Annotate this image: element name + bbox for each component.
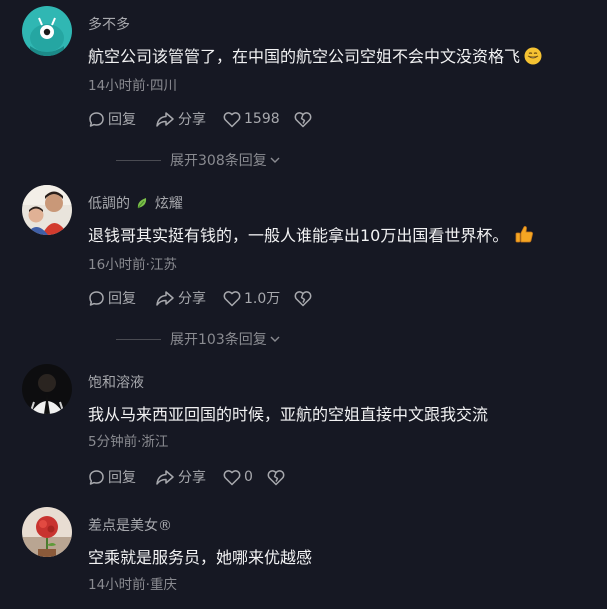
username[interactable]: 饱和溶液: [88, 372, 144, 392]
monster-avatar-icon: [22, 6, 72, 56]
reply-label: 回复: [108, 112, 136, 128]
username[interactable]: 差点是美女®: [88, 515, 172, 535]
comment-text: 空乘就是服务员，她哪来优越感: [88, 548, 313, 567]
expand-replies-button[interactable]: 展开308条回复: [116, 150, 281, 170]
divider: [116, 159, 161, 161]
leaf-emoji-icon: [135, 196, 149, 214]
avatar[interactable]: [22, 364, 72, 414]
dislike-button[interactable]: [294, 111, 312, 128]
chevron-down-icon: [270, 336, 280, 342]
comment-text: 退钱哥其实挺有钱的，一般人谁能拿出10万出国看世界杯。: [88, 222, 534, 248]
like-count: 0: [244, 469, 253, 485]
comment-text: 我从马来西亚回国的时候，亚航的空姐直接中文跟我交流: [88, 405, 489, 424]
dislike-button[interactable]: [267, 469, 285, 486]
heart-outline-icon: [223, 290, 241, 306]
reply-button[interactable]: 回复: [88, 288, 136, 308]
reply-button[interactable]: 回复: [88, 109, 136, 129]
comment-actions: 回复 分享 1.0万: [88, 288, 312, 308]
divider: [116, 338, 161, 340]
broken-heart-icon: [294, 290, 312, 306]
like-button[interactable]: 1.0万: [223, 288, 280, 308]
share-label: 分享: [178, 291, 206, 307]
reply-label: 回复: [108, 470, 136, 486]
broken-heart-icon: [294, 111, 312, 127]
photo-avatar-icon: [22, 364, 72, 414]
share-arrow-icon: [156, 290, 174, 306]
reply-icon: [89, 111, 104, 127]
username[interactable]: 低調的 炫耀: [88, 193, 183, 214]
comment-actions: 回复 分享 0: [88, 467, 285, 487]
photo-avatar-icon: [22, 507, 72, 557]
dislike-button[interactable]: [294, 290, 312, 307]
avatar[interactable]: [22, 507, 72, 557]
reply-icon: [89, 290, 104, 306]
avatar[interactable]: [22, 185, 72, 235]
share-arrow-icon: [156, 469, 174, 485]
comment-text: 航空公司该管管了，在中国的航空公司空姐不会中文没资格飞: [88, 43, 542, 69]
share-button[interactable]: 分享: [155, 288, 206, 308]
reply-button[interactable]: 回复: [88, 467, 136, 487]
comment-meta: 14小时前·四川: [88, 78, 177, 94]
reply-icon: [89, 469, 104, 485]
reply-label: 回复: [108, 291, 136, 307]
photo-avatar-icon: [22, 185, 72, 235]
like-button[interactable]: 1598: [223, 111, 280, 128]
comments-panel: 多不多 航空公司该管管了，在中国的航空公司空姐不会中文没资格飞 14小时前·四川…: [0, 0, 607, 609]
expand-replies-label: 展开308条回复: [170, 153, 267, 169]
expand-replies-button[interactable]: 展开103条回复: [116, 329, 281, 349]
chevron-down-icon: [270, 157, 280, 163]
grinning-emoji-icon: [524, 47, 542, 69]
heart-outline-icon: [223, 111, 241, 127]
like-count: 1598: [244, 111, 280, 127]
heart-outline-icon: [223, 469, 241, 485]
avatar[interactable]: [22, 6, 72, 56]
username[interactable]: 多不多: [88, 14, 130, 34]
share-button[interactable]: 分享: [155, 467, 206, 487]
thumbs-up-emoji-icon: [514, 224, 534, 248]
like-button[interactable]: 0: [223, 469, 253, 486]
expand-replies-label: 展开103条回复: [170, 332, 267, 348]
like-count: 1.0万: [244, 291, 281, 307]
share-button[interactable]: 分享: [155, 109, 206, 129]
share-label: 分享: [178, 112, 206, 128]
share-label: 分享: [178, 470, 206, 486]
comment-meta: 5分钟前·浙江: [88, 434, 169, 450]
comment-meta: 14小时前·重庆: [88, 577, 177, 593]
broken-heart-icon: [267, 469, 285, 485]
comment-meta: 16小时前·江苏: [88, 257, 177, 273]
comment-actions: 回复 分享 1598: [88, 109, 312, 129]
share-arrow-icon: [156, 111, 174, 127]
